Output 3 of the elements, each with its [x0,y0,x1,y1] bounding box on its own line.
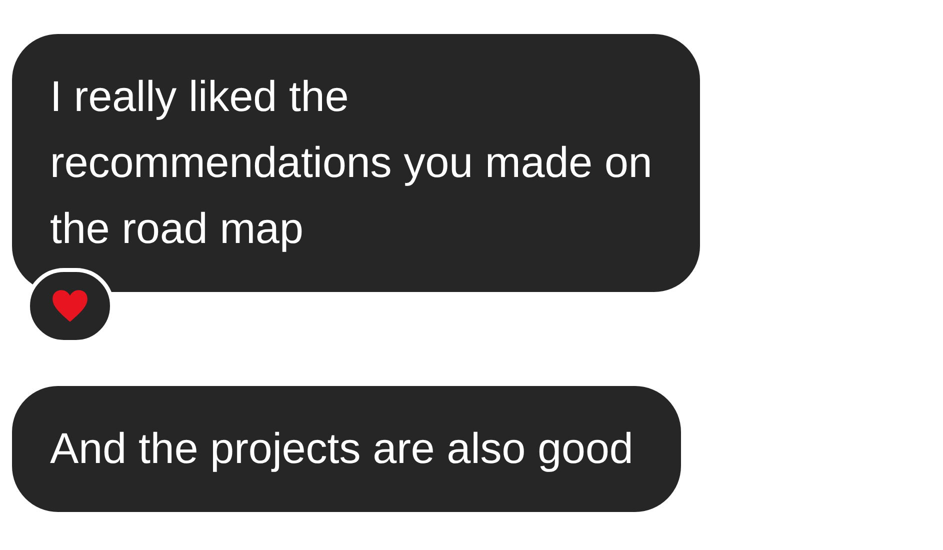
heart-icon [51,288,89,324]
message-bubble: I really liked the recommendations you made on the road map [12,34,700,292]
message-bubble: And the projects are also good [12,386,682,512]
